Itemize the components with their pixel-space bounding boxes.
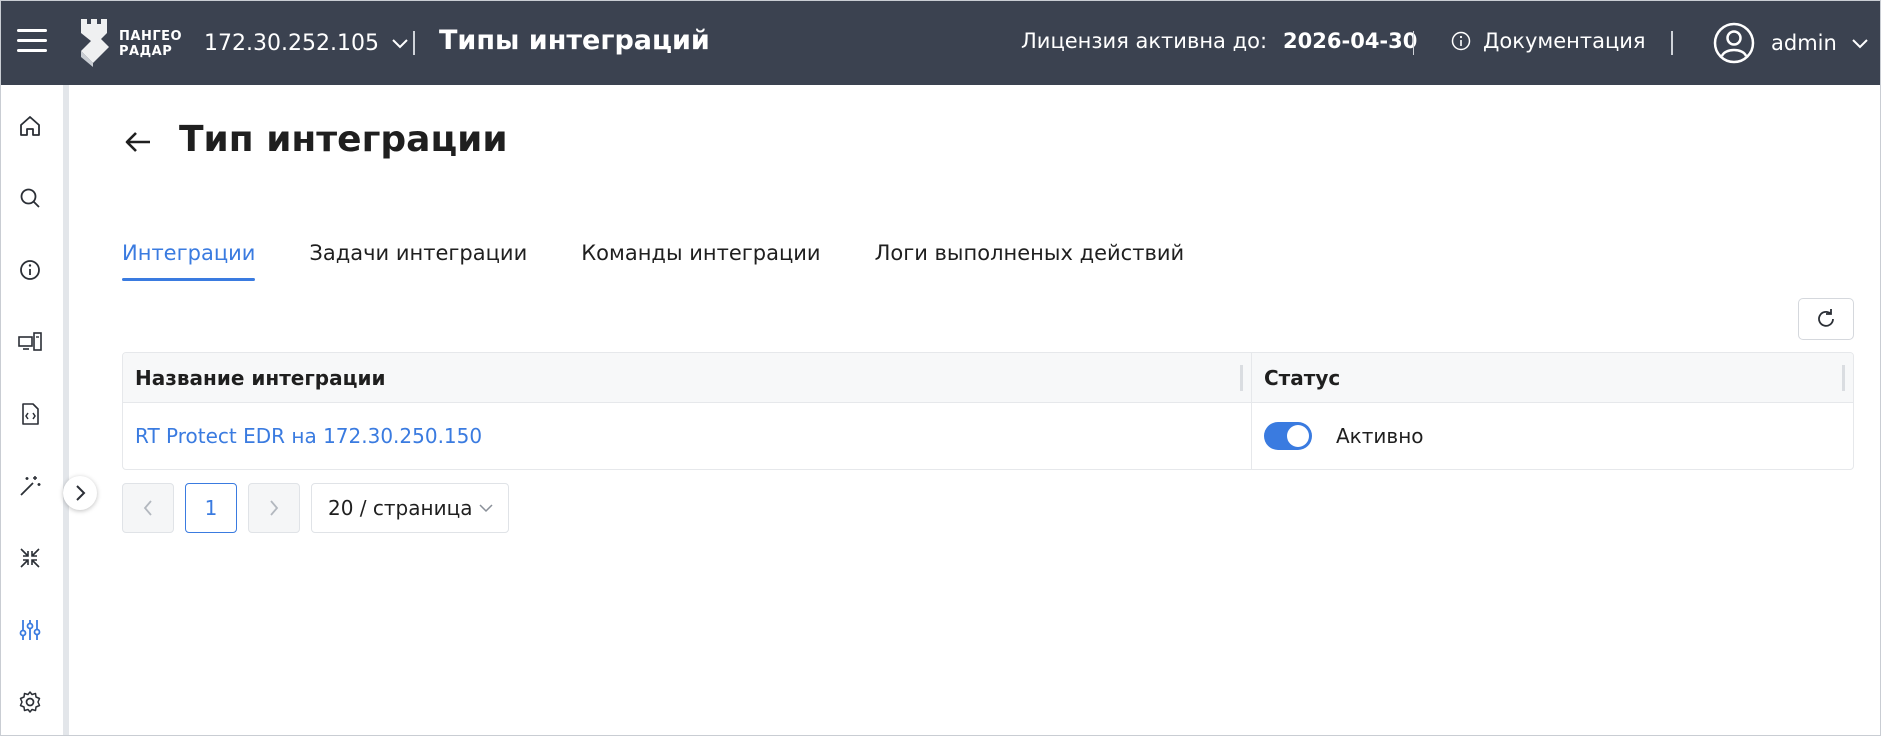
- user-avatar-icon: [1713, 22, 1755, 64]
- status-toggle[interactable]: [1264, 422, 1312, 450]
- table-row: RT Protect EDR на 172.30.250.150 Активно: [123, 403, 1853, 469]
- column-resize-handle[interactable]: [1240, 365, 1243, 391]
- top-bar: ПАНГЕО РАДАР 172.30.252.105 Типы интегра…: [1, 1, 1880, 85]
- page-title: Тип интеграции: [179, 119, 508, 160]
- home-icon[interactable]: [17, 113, 43, 139]
- tab-bar: Интеграции Задачи интеграции Команды инт…: [122, 241, 1238, 281]
- back-button[interactable]: [123, 127, 153, 157]
- integrations-table: Название интеграции Статус RT Protect ED…: [122, 352, 1854, 470]
- next-page-button[interactable]: [248, 483, 300, 533]
- license-label: Лицензия активна до:: [1021, 29, 1268, 53]
- chevron-right-icon: [270, 500, 279, 516]
- chevron-right-icon: [76, 485, 86, 501]
- host-value: 172.30.252.105: [204, 30, 379, 56]
- refresh-button[interactable]: [1798, 298, 1854, 340]
- prev-page-button[interactable]: [122, 483, 174, 533]
- page-number-button[interactable]: 1: [185, 483, 237, 533]
- castle-logo-icon: [81, 19, 109, 67]
- sidebar-expand-button[interactable]: [63, 476, 97, 510]
- section-title: Типы интеграций: [439, 25, 710, 56]
- header-divider: [413, 31, 415, 55]
- status-label: Активно: [1336, 424, 1424, 448]
- sidebar: [1, 85, 69, 735]
- logo[interactable]: ПАНГЕО РАДАР: [79, 17, 189, 69]
- integration-link[interactable]: RT Protect EDR на 172.30.250.150: [135, 424, 482, 448]
- toggle-knob: [1287, 425, 1309, 447]
- tab-integration-commands[interactable]: Команды интеграции: [581, 241, 820, 281]
- page-size-select[interactable]: 20 / страница: [311, 483, 509, 533]
- chevron-down-icon: [479, 504, 493, 513]
- chevron-left-icon: [143, 500, 152, 516]
- username: admin: [1771, 31, 1837, 55]
- logo-text: ПАНГЕО РАДАР: [119, 29, 182, 59]
- user-menu[interactable]: admin: [1713, 22, 1869, 64]
- search-icon[interactable]: [17, 185, 43, 211]
- column-header-label: Название интеграции: [135, 365, 386, 390]
- host-selector[interactable]: 172.30.252.105: [204, 27, 409, 59]
- logo-line-2: РАДАР: [119, 44, 173, 59]
- page-size-value: 20 / страница: [328, 496, 473, 520]
- magic-wand-icon[interactable]: [17, 473, 43, 499]
- header-divider: [1413, 31, 1414, 55]
- collapse-arrows-icon[interactable]: [17, 545, 43, 571]
- column-header-status: Статус: [1251, 353, 1853, 402]
- sliders-icon[interactable]: [17, 617, 43, 643]
- table-cell-status: Активно: [1251, 403, 1853, 469]
- gear-icon[interactable]: [17, 689, 43, 715]
- column-header-label: Статус: [1264, 365, 1341, 390]
- tab-integration-tasks[interactable]: Задачи интеграции: [309, 241, 527, 281]
- devices-icon[interactable]: [17, 329, 43, 355]
- code-file-icon[interactable]: [17, 401, 43, 427]
- logo-line-1: ПАНГЕО: [119, 29, 183, 44]
- table-cell-name: RT Protect EDR на 172.30.250.150: [123, 403, 1251, 469]
- documentation-link[interactable]: Документация: [1451, 29, 1646, 53]
- tab-action-logs[interactable]: Логи выполненых действий: [875, 241, 1185, 281]
- pagination: 1 20 / страница: [122, 483, 509, 533]
- chevron-down-icon: [1852, 39, 1868, 49]
- info-icon[interactable]: [17, 257, 43, 283]
- documentation-label: Документация: [1483, 29, 1646, 53]
- menu-icon[interactable]: [17, 29, 47, 55]
- license-info: Лицензия активна до: 2026-04-30: [1021, 29, 1417, 53]
- info-icon: [1451, 31, 1471, 51]
- column-resize-handle[interactable]: [1842, 365, 1845, 391]
- table-header: Название интеграции Статус: [123, 353, 1853, 403]
- license-date: 2026-04-30: [1283, 29, 1418, 53]
- tab-integrations[interactable]: Интеграции: [122, 241, 256, 281]
- column-header-name: Название интеграции: [123, 353, 1251, 402]
- header-divider: [1671, 31, 1673, 55]
- chevron-down-icon: [392, 39, 408, 49]
- app-window: ПАНГЕО РАДАР 172.30.252.105 Типы интегра…: [0, 0, 1881, 736]
- refresh-icon: [1818, 309, 1834, 327]
- arrow-left-icon: [125, 132, 150, 152]
